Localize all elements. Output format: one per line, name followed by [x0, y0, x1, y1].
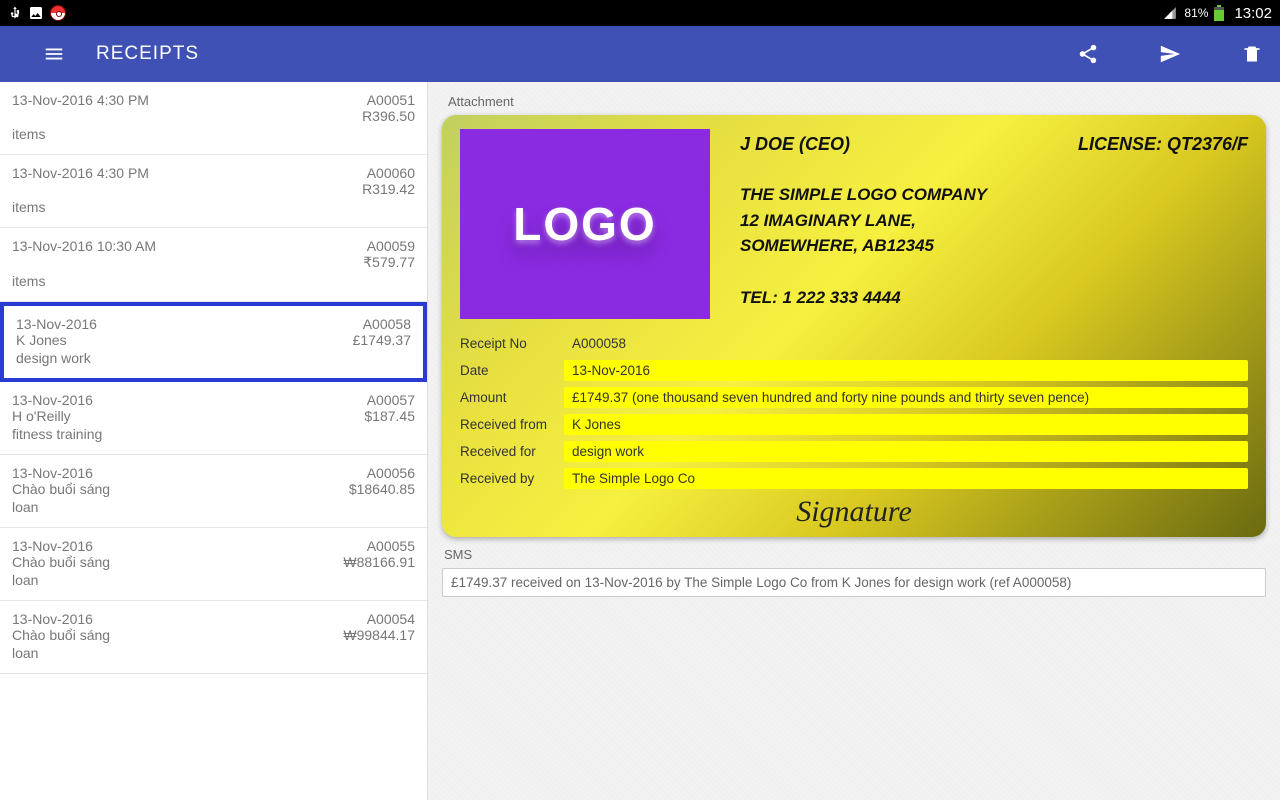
item-line3: loan	[12, 645, 38, 661]
item-code: A00055	[367, 538, 415, 554]
signature-label: Signature	[460, 495, 1248, 529]
battery-percent: 81%	[1184, 6, 1208, 20]
receipt-detail: Attachment LOGO J DOE (CEO) LICENSE: QT2…	[428, 82, 1280, 800]
item-amount: ₹579.77	[363, 254, 415, 271]
amount-value: £1749.37 (one thousand seven hundred and…	[564, 387, 1248, 408]
android-statusbar: 81% 13:02	[0, 0, 1280, 26]
company-address-2: SOMEWHERE, AB12345	[740, 233, 1248, 259]
list-item[interactable]: 13-Nov-2016 A00057 H o'Reilly $187.45 fitnes…	[0, 382, 427, 455]
receipt-card: LOGO J DOE (CEO) LICENSE: QT2376/F THE S…	[442, 115, 1266, 537]
date-label: Date	[460, 363, 564, 378]
item-line2: Chào buổi sáng	[12, 554, 110, 570]
item-amount: R319.42	[362, 181, 415, 197]
send-button[interactable]	[1156, 40, 1184, 68]
received-by-value: The Simple Logo Co	[564, 468, 1248, 489]
receipt-no-label: Receipt No	[460, 336, 564, 351]
menu-button[interactable]	[40, 40, 68, 68]
item-code: A00058	[363, 316, 411, 332]
pokeball-icon	[50, 5, 66, 21]
item-code: A00059	[367, 238, 415, 254]
item-date: 13-Nov-2016 10:30 AM	[12, 238, 156, 254]
item-date: 13-Nov-2016	[12, 538, 93, 554]
item-line2: H o'Reilly	[12, 408, 71, 424]
received-from-value: K Jones	[564, 414, 1248, 435]
image-icon	[28, 5, 44, 21]
attachment-label: Attachment	[448, 94, 1266, 109]
received-for-label: Received for	[460, 444, 564, 459]
item-line2: Chào buổi sáng	[12, 481, 110, 497]
company-logo: LOGO	[460, 129, 710, 319]
list-item[interactable]: 13-Nov-2016 A00054 Chào buổi sáng ₩99844.17…	[0, 601, 427, 674]
usb-icon	[8, 5, 22, 21]
received-for-value: design work	[564, 441, 1248, 462]
company-tel: TEL: 1 222 333 4444	[740, 285, 1248, 311]
license-number: LICENSE: QT2376/F	[1078, 131, 1248, 158]
item-code: A00056	[367, 465, 415, 481]
received-from-label: Received from	[460, 417, 564, 432]
item-code: A00057	[367, 392, 415, 408]
date-value: 13-Nov-2016	[564, 360, 1248, 381]
delete-button[interactable]	[1238, 40, 1266, 68]
item-amount: $18640.85	[349, 481, 415, 497]
clock: 13:02	[1234, 5, 1272, 22]
item-line3: items	[12, 199, 45, 215]
appbar: RECEIPTS	[0, 26, 1280, 82]
item-line3: items	[12, 273, 45, 289]
item-date: 13-Nov-2016	[16, 316, 97, 332]
receipt-no-value: A000058	[564, 333, 1248, 354]
list-item[interactable]: 13-Nov-2016 A00058 K Jones £1749.37 design w…	[0, 302, 427, 382]
item-code: A00060	[367, 165, 415, 181]
item-line3: loan	[12, 572, 38, 588]
list-item[interactable]: 13-Nov-2016 10:30 AM A00059₹579.77 items	[0, 228, 427, 302]
company-name: THE SIMPLE LOGO COMPANY	[740, 182, 1248, 208]
item-line2: Chào buổi sáng	[12, 627, 110, 643]
company-info: J DOE (CEO) LICENSE: QT2376/F THE SIMPLE…	[740, 129, 1248, 319]
item-amount: ₩99844.17	[343, 627, 415, 643]
item-date: 13-Nov-2016 4:30 PM	[12, 92, 149, 108]
item-date: 13-Nov-2016	[12, 611, 93, 627]
share-button[interactable]	[1074, 40, 1102, 68]
list-item[interactable]: 13-Nov-2016 4:30 PM A00051R396.50 items	[0, 82, 427, 155]
list-item[interactable]: 13-Nov-2016 A00055 Chào buổi sáng ₩88166.91…	[0, 528, 427, 601]
item-date: 13-Nov-2016	[12, 465, 93, 481]
item-code: A00054	[367, 611, 415, 627]
item-amount: £1749.37	[353, 332, 411, 348]
received-by-label: Received by	[460, 471, 564, 486]
amount-label: Amount	[460, 390, 564, 405]
item-amount: R396.50	[362, 108, 415, 124]
signal-icon	[1162, 6, 1178, 20]
list-item[interactable]: 13-Nov-2016 4:30 PM A00060R319.42 items	[0, 155, 427, 228]
item-date: 13-Nov-2016 4:30 PM	[12, 165, 149, 181]
company-address-1: 12 IMAGINARY LANE,	[740, 208, 1248, 234]
item-line3: loan	[12, 499, 38, 515]
item-line3: design work	[16, 350, 91, 366]
battery-icon	[1214, 5, 1224, 21]
sms-text: £1749.37 received on 13-Nov-2016 by The …	[442, 568, 1266, 597]
item-line3: items	[12, 126, 45, 142]
item-line2: K Jones	[16, 332, 67, 348]
item-code: A00051	[367, 92, 415, 108]
page-title: RECEIPTS	[96, 43, 199, 65]
item-date: 13-Nov-2016	[12, 392, 93, 408]
item-line3: fitness training	[12, 426, 102, 442]
receipts-list[interactable]: 13-Nov-2016 4:30 PMA00051R396.50items13-…	[0, 82, 428, 800]
ceo-name: J DOE (CEO)	[740, 131, 850, 158]
list-item[interactable]: 13-Nov-2016 A00056 Chào buổi sáng $18640.85…	[0, 455, 427, 528]
item-amount: $187.45	[364, 408, 415, 424]
item-amount: ₩88166.91	[343, 554, 415, 570]
sms-label: SMS	[444, 547, 1266, 562]
